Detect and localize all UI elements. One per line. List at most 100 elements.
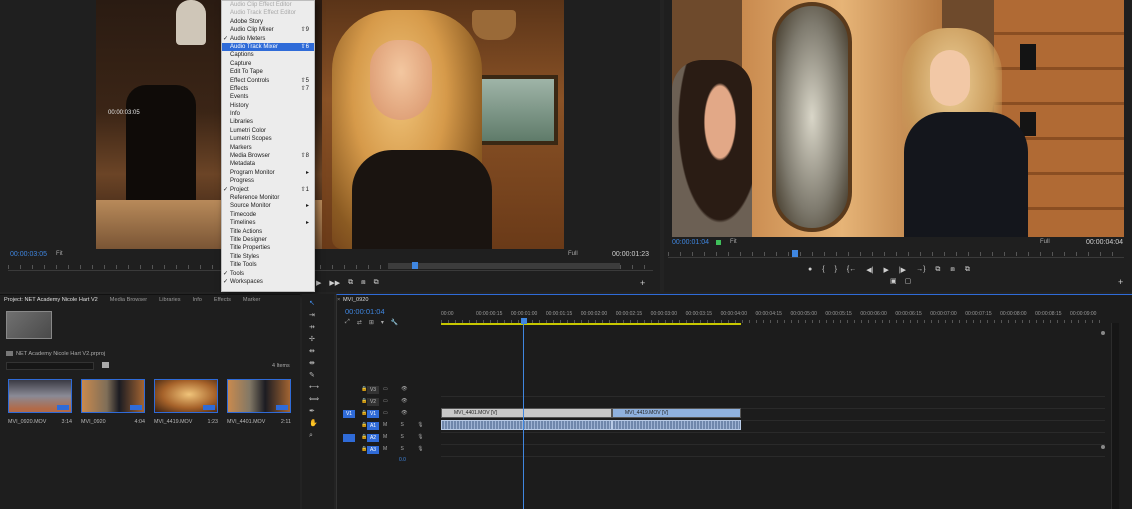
slip-tool-icon[interactable]: ⟷ xyxy=(309,384,319,391)
program-video-frame[interactable] xyxy=(672,0,1124,237)
rate-stretch-tool-icon[interactable]: ⇹ xyxy=(309,348,316,355)
menu-item[interactable]: Audio Clip Effect Editor xyxy=(222,1,314,9)
timeline-zoom-scroll[interactable] xyxy=(1101,331,1105,455)
menu-item[interactable]: History xyxy=(222,102,314,110)
source-insert-icon[interactable]: ⧉ xyxy=(348,279,353,287)
project-clip[interactable]: MVI_0920.MOV 3:14 xyxy=(8,379,72,425)
project-clip[interactable]: MVI_4401.MOV 2:11 xyxy=(227,379,291,425)
source-play-button[interactable]: ▶ xyxy=(316,279,321,287)
source-time-ruler[interactable] xyxy=(8,262,653,271)
video-clip[interactable]: MVI_4401.MOV [V] xyxy=(441,408,612,418)
razor-tool-icon[interactable]: ⇼ xyxy=(309,360,316,367)
video-clip[interactable]: MVI_4419.MOV [V] xyxy=(612,408,741,418)
menu-item[interactable]: Title Styles xyxy=(222,253,314,261)
go-to-out-button[interactable]: →} xyxy=(916,266,925,274)
timeline-timecode[interactable]: 00:00:01:04 xyxy=(345,307,385,316)
menu-item[interactable]: Capture xyxy=(222,60,314,68)
tab-effects[interactable]: Effects xyxy=(214,297,231,307)
hand-tool-icon[interactable]: ✋ xyxy=(309,420,318,427)
lift-icon[interactable]: ⧉ xyxy=(935,266,940,274)
program-time-ruler[interactable] xyxy=(668,250,1124,258)
pen-tool-icon[interactable]: ✎ xyxy=(309,372,316,379)
source-playhead[interactable] xyxy=(412,262,418,269)
menu-item[interactable]: Title Tools xyxy=(222,261,314,269)
type-tool-icon[interactable]: ✒ xyxy=(309,408,316,415)
program-add-button-icon[interactable]: + xyxy=(1118,277,1123,287)
program-quality-select[interactable]: Full xyxy=(1040,239,1050,245)
track-controls[interactable]: ▭ 👁 xyxy=(383,398,413,404)
track-name[interactable]: V1 xyxy=(367,410,379,418)
slide-tool-icon[interactable]: ⟺ xyxy=(309,396,319,403)
track-controls[interactable]: ▭ 👁 xyxy=(383,410,413,416)
track-name[interactable]: V3 xyxy=(367,386,379,394)
source-patch-a1[interactable] xyxy=(343,434,355,442)
menu-item[interactable]: Audio Track Effect Editor xyxy=(222,9,314,17)
export-frame-icon[interactable]: ⧉ xyxy=(965,266,970,274)
add-marker-icon[interactable]: ▾ xyxy=(381,319,384,326)
source-patch-v1[interactable]: V1 xyxy=(343,410,355,418)
scroll-knob-bottom[interactable] xyxy=(1101,445,1105,449)
menu-item[interactable]: Markers xyxy=(222,144,314,152)
close-icon[interactable]: × xyxy=(337,297,340,303)
tab-markers[interactable]: Marker xyxy=(243,297,260,307)
track-name[interactable]: A3 xyxy=(367,446,379,454)
menu-item[interactable]: Edit To Tape xyxy=(222,68,314,76)
menu-item[interactable]: Media Browser ⇧8 xyxy=(222,152,314,160)
linked-selection-icon[interactable]: ⊞ xyxy=(369,319,374,326)
go-to-in-button[interactable]: {← xyxy=(847,266,856,274)
source-add-button-icon[interactable]: + xyxy=(640,278,645,288)
menu-item[interactable]: Events xyxy=(222,93,314,101)
extract-icon[interactable]: ⧈ xyxy=(950,266,954,274)
menu-item[interactable]: Title Properties xyxy=(222,244,314,252)
tab-project[interactable]: Project: NET Academy Nicole Hart V2 xyxy=(4,297,98,307)
menu-item[interactable]: ✓ Project ⇧1 xyxy=(222,186,314,194)
new-bin-icon[interactable] xyxy=(102,362,109,368)
track-select-tool-icon[interactable]: ⇥ xyxy=(309,312,316,319)
menu-item[interactable]: Reference Monitor xyxy=(222,194,314,202)
track-name[interactable]: V2 xyxy=(367,398,379,406)
timeline-playhead-handle[interactable] xyxy=(521,318,527,324)
nest-icon[interactable]: ⤢ xyxy=(345,319,350,326)
zoom-tool-icon[interactable]: ⌕ xyxy=(309,432,316,439)
source-zoom-select[interactable]: Fit xyxy=(56,251,63,257)
vr-view-icon[interactable]: ▢ xyxy=(905,277,912,285)
audio-clip[interactable] xyxy=(612,420,741,430)
source-timecode[interactable]: 00:00:03:05 xyxy=(10,251,47,258)
menu-item[interactable]: Progress xyxy=(222,177,314,185)
track-controls[interactable]: ▭ 👁 xyxy=(383,386,413,392)
track-name[interactable]: A2 xyxy=(367,434,379,442)
source-inout-range[interactable] xyxy=(388,263,620,269)
menu-item[interactable]: Program Monitor ▸ xyxy=(222,169,314,177)
tab-media-browser[interactable]: Media Browser xyxy=(110,297,147,307)
step-forward-button[interactable]: |▶ xyxy=(899,266,906,274)
mark-out-button[interactable]: } xyxy=(835,266,837,274)
menu-item[interactable]: Source Monitor ▸ xyxy=(222,202,314,210)
menu-item[interactable]: Libraries xyxy=(222,118,314,126)
track-controls[interactable]: M S 🎙 xyxy=(383,434,430,440)
menu-item[interactable]: Lumetri Color xyxy=(222,127,314,135)
source-overwrite-icon[interactable]: ⧈ xyxy=(361,279,365,287)
menu-item[interactable]: Adobe Story xyxy=(222,18,314,26)
track-name[interactable]: A1 xyxy=(367,422,379,430)
track-controls[interactable]: M S 🎙 xyxy=(383,446,430,452)
track-controls[interactable]: M S 🎙 xyxy=(383,422,430,428)
menu-item[interactable]: ✓ Tools xyxy=(222,270,314,278)
tab-info[interactable]: Info xyxy=(193,297,202,307)
source-video-frame[interactable] xyxy=(96,0,564,249)
wrench-icon[interactable]: 🔧 xyxy=(391,319,398,326)
menu-item[interactable]: Info xyxy=(222,110,314,118)
source-export-frame-icon[interactable]: ⧉ xyxy=(374,279,379,287)
tab-libraries[interactable]: Libraries xyxy=(159,297,180,307)
menu-item[interactable]: Audio Track Mixer ⇧6 xyxy=(222,42,314,52)
menu-item[interactable]: Effect Controls ⇧5 xyxy=(222,77,314,85)
project-clip[interactable]: MVI_0920 4:04 xyxy=(81,379,145,425)
selection-tool-icon[interactable]: ↖ xyxy=(309,300,316,307)
mark-in-button[interactable]: { xyxy=(822,266,824,274)
program-playhead[interactable] xyxy=(792,250,798,257)
program-play-button[interactable]: ▶ xyxy=(883,266,888,274)
work-area-bar[interactable] xyxy=(441,323,741,325)
project-search-input[interactable] xyxy=(6,362,94,370)
program-zoom-select[interactable]: Fit xyxy=(730,239,737,245)
menu-item[interactable]: Lumetri Scopes xyxy=(222,135,314,143)
source-quality-select[interactable]: Full xyxy=(568,251,578,257)
